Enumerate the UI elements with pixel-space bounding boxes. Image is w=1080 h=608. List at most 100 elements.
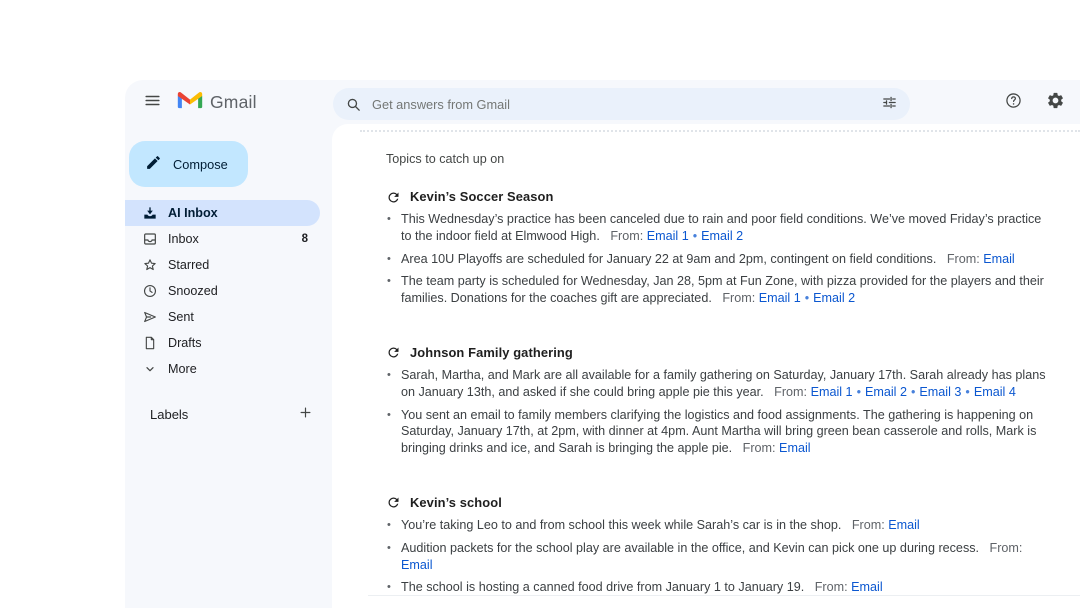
email-link[interactable]: Email — [983, 252, 1015, 266]
tune-icon — [881, 94, 898, 114]
sidebar-item-ai-inbox[interactable]: AI Inbox — [125, 200, 320, 226]
sidebar-item-snoozed[interactable]: Snoozed — [125, 278, 320, 304]
topic-bullet: Audition packets for the school play are… — [386, 540, 1046, 574]
plus-icon — [298, 405, 313, 423]
bottom-divider — [368, 595, 1080, 596]
from-label: From: — [986, 541, 1022, 555]
topic-title-text: Kevin’s Soccer Season — [410, 189, 554, 205]
link-separator: • — [805, 291, 809, 305]
sidebar-item-drafts[interactable]: Drafts — [125, 330, 320, 356]
unread-count-badge: 8 — [302, 233, 308, 245]
email-link[interactable]: Email 2 — [701, 229, 743, 243]
ai-inbox-icon — [142, 205, 158, 221]
link-separator: • — [911, 385, 915, 399]
from-label: From: — [719, 291, 759, 305]
app-name: Gmail — [210, 92, 257, 113]
refresh-icon[interactable] — [386, 495, 401, 510]
topic-title: Kevin’s school — [386, 495, 1046, 511]
link-separator: • — [693, 229, 697, 243]
from-label: From: — [607, 229, 647, 243]
topics-list: Kevin’s Soccer Season This Wednesday’s pr… — [386, 189, 1046, 596]
sidebar-item-label: Snoozed — [168, 284, 218, 298]
email-link[interactable]: Email — [401, 558, 433, 572]
topic-title-text: Johnson Family gathering — [410, 345, 573, 361]
bullet-text: The school is hosting a canned food driv… — [401, 580, 804, 594]
sidebar-item-label: More — [168, 362, 197, 376]
from-label: From: — [739, 441, 779, 455]
topic-bullet: The school is hosting a canned food driv… — [386, 579, 1046, 596]
email-link[interactable]: Email 1 — [759, 291, 801, 305]
sidebar-item-inbox[interactable]: Inbox 8 — [125, 226, 320, 252]
topic-bullet: The team party is scheduled for Wednesda… — [386, 273, 1046, 307]
compose-label: Compose — [173, 157, 228, 172]
email-link[interactable]: Email 2 — [813, 291, 855, 305]
topic-bullets: You’re taking Leo to and from school thi… — [386, 517, 1046, 596]
refresh-icon[interactable] — [386, 190, 401, 205]
help-button[interactable] — [994, 83, 1032, 121]
topic-section: Johnson Family gathering Sarah, Martha, a… — [386, 345, 1046, 457]
labels-section: Labels — [125, 400, 318, 428]
link-separator: • — [857, 385, 861, 399]
settings-button[interactable] — [1036, 83, 1074, 121]
inbox-icon — [142, 231, 158, 247]
topic-bullet: Sarah, Martha, and Mark are all availabl… — [386, 367, 1046, 401]
sidebar-item-sent[interactable]: Sent — [125, 304, 320, 330]
refresh-icon[interactable] — [386, 345, 401, 360]
sidebar-item-starred[interactable]: Starred — [125, 252, 320, 278]
search-bar[interactable] — [333, 88, 910, 120]
header-actions — [994, 83, 1074, 121]
topic-title: Kevin’s Soccer Season — [386, 189, 1046, 205]
gmail-logo-icon — [177, 90, 203, 115]
from-label: From: — [771, 385, 811, 399]
email-link[interactable]: Email — [888, 518, 920, 532]
topic-bullet: Area 10U Playoffs are scheduled for Janu… — [386, 251, 1046, 268]
content-panel: Topics to catch up on Kevin’s Soccer Sea… — [332, 124, 1080, 608]
add-label-button[interactable] — [292, 401, 318, 427]
star-icon — [142, 257, 158, 273]
topic-bullets: This Wednesday’s practice has been cance… — [386, 211, 1046, 307]
gmail-logo: Gmail — [177, 90, 257, 115]
topics-header: Topics to catch up on — [386, 151, 1046, 167]
topic-section: Kevin’s Soccer Season This Wednesday’s pr… — [386, 189, 1046, 307]
sidebar-item-more[interactable]: More — [125, 356, 320, 382]
dashed-divider — [360, 130, 1080, 132]
bullet-text: You sent an email to family members clar… — [401, 408, 1036, 456]
help-icon — [1004, 91, 1023, 113]
from-label: From: — [848, 518, 888, 532]
email-link[interactable]: Email 1 — [811, 385, 853, 399]
link-separator: • — [965, 385, 969, 399]
bullet-text: Area 10U Playoffs are scheduled for Janu… — [401, 252, 936, 266]
sidebar-item-label: Starred — [168, 258, 209, 272]
top-bar: Gmail — [125, 80, 1080, 124]
from-label: From: — [943, 252, 983, 266]
gmail-window: Gmail Compose AI Inbox Inbox 8 Starred Snooz… — [125, 80, 1080, 608]
hamburger-icon — [143, 91, 162, 113]
topic-section: Kevin’s school You’re taking Leo to and f… — [386, 495, 1046, 596]
sidebar-item-label: Sent — [168, 310, 194, 324]
email-link[interactable]: Email 4 — [974, 385, 1016, 399]
sidebar: Compose AI Inbox Inbox 8 Starred Snoozed Sent… — [125, 124, 332, 608]
bullet-text: Audition packets for the school play are… — [401, 541, 979, 555]
topic-title: Johnson Family gathering — [386, 345, 1046, 361]
email-link[interactable]: Email — [779, 441, 811, 455]
topic-title-text: Kevin’s school — [410, 495, 502, 511]
gear-icon — [1046, 91, 1065, 113]
sidebar-item-label: Inbox — [168, 232, 199, 246]
draft-icon — [142, 335, 158, 351]
email-link[interactable]: Email 3 — [919, 385, 961, 399]
email-link[interactable]: Email 2 — [865, 385, 907, 399]
topic-bullet: You’re taking Leo to and from school thi… — [386, 517, 1046, 534]
search-options-button[interactable] — [874, 89, 904, 119]
chevron-down-icon — [142, 361, 158, 377]
sidebar-item-label: AI Inbox — [168, 206, 218, 220]
clock-icon — [142, 283, 158, 299]
email-link[interactable]: Email — [851, 580, 883, 594]
sidebar-nav: AI Inbox Inbox 8 Starred Snoozed Sent Drafts Mo… — [125, 200, 332, 382]
search-input[interactable] — [372, 97, 874, 112]
topic-bullets: Sarah, Martha, and Mark are all availabl… — [386, 367, 1046, 457]
email-link[interactable]: Email 1 — [647, 229, 689, 243]
compose-button[interactable]: Compose — [129, 141, 248, 187]
search-icon[interactable] — [345, 96, 362, 113]
send-icon — [142, 309, 158, 325]
main-menu-button[interactable] — [133, 83, 171, 121]
